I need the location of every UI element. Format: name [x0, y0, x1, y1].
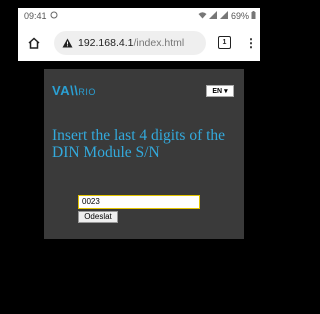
home-icon[interactable] — [28, 36, 40, 49]
status-left: 09:41 — [18, 11, 58, 21]
url-path: /index.html — [133, 36, 185, 49]
more-menu-icon[interactable]: ⋮ — [245, 37, 257, 49]
web-page: VA\\RIO EN ▾ Insert the last 4 digits of… — [18, 61, 260, 314]
phone-screen: 09:41 69% 192.168.4.1 /index.html 1 ⋮ VA… — [0, 0, 277, 314]
content-card: VA\\RIO EN ▾ Insert the last 4 digits of… — [44, 69, 244, 239]
language-value: EN — [212, 87, 223, 95]
tab-count: 1 — [222, 39, 227, 46]
page-headline: Insert the last 4 digits of the DIN Modu… — [52, 127, 226, 161]
logo-sub: RIO — [78, 87, 96, 97]
status-bar: 09:41 69% — [18, 8, 260, 24]
wifi-icon — [198, 11, 207, 21]
signal-icon — [208, 11, 218, 21]
whatsapp-icon — [50, 11, 58, 21]
dropdown-arrow-icon: ▾ — [224, 88, 228, 95]
warning-icon[interactable] — [62, 38, 73, 48]
language-select[interactable]: EN ▾ — [206, 85, 234, 97]
url-host: 192.168.4.1 — [78, 36, 134, 49]
address-bar[interactable]: 192.168.4.1/index.html — [54, 30, 206, 55]
tab-switcher-button[interactable]: 1 — [218, 36, 231, 49]
battery-level: 69% — [230, 11, 249, 21]
battery-icon — [251, 11, 256, 21]
submit-button[interactable]: Odeslat — [78, 211, 118, 223]
signal-icon-2 — [219, 11, 229, 21]
status-time: 09:41 — [24, 11, 47, 21]
serial-input[interactable]: 0023 — [78, 195, 200, 209]
logo-main: VA\\ — [52, 83, 79, 98]
status-right: 69% — [198, 11, 260, 21]
browser-toolbar: 192.168.4.1/index.html 1 ⋮ — [18, 24, 260, 61]
vario-logo: VA\\RIO — [52, 83, 96, 98]
